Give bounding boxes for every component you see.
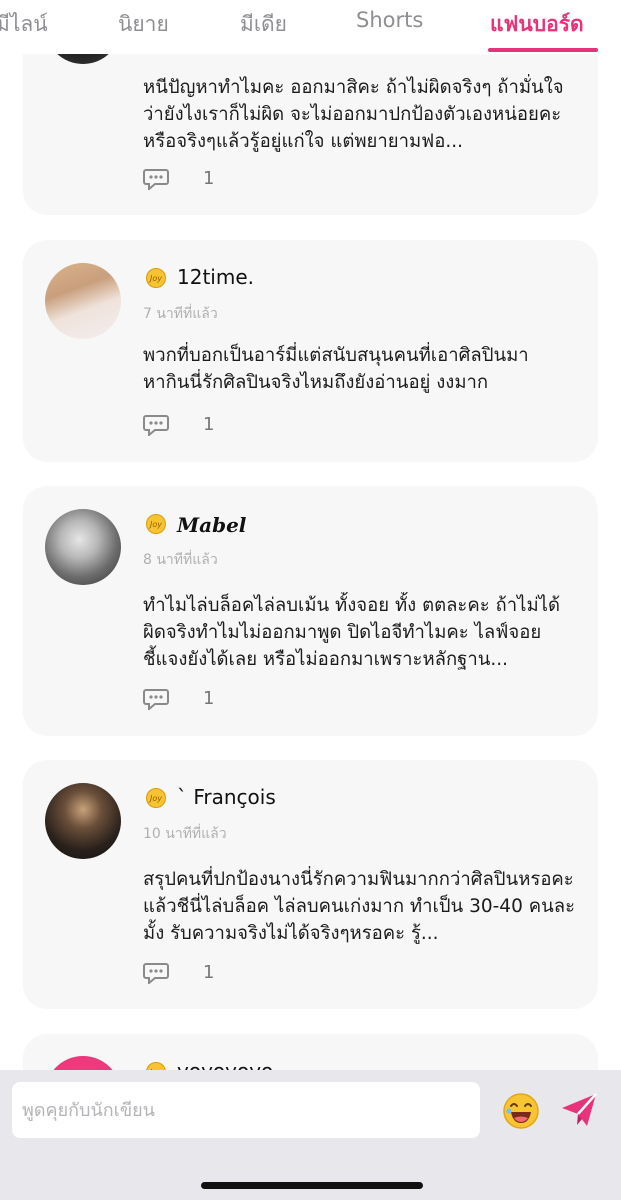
comment-text: หนีปัญหาทำไมคะ ออกมาสิคะ ถ้าไม่ผิดจริงๆ … [143, 77, 564, 152]
comment-card: หนีปัญหาทำไมคะ ออกมาสิคะ ถ้าไม่ผิดจริงๆ … [23, 54, 598, 215]
reply-count: 1 [203, 168, 215, 189]
comment-text: พวกที่บอกเป็นอาร์มี่แต่สนับสนุนคนที่เอาศ… [143, 345, 529, 393]
reply-count: 1 [203, 414, 215, 435]
avatar[interactable] [45, 783, 121, 859]
comment-card: Joy 12time. 7 นาทีที่แล้ว พวกที่บอกเป็นอ… [23, 240, 598, 462]
username[interactable]: Mabel [177, 513, 246, 537]
comment-bubble-icon[interactable] [143, 414, 169, 436]
username[interactable]: ` François [177, 785, 276, 809]
chat-input[interactable] [12, 1082, 480, 1138]
coin-badge-icon: Joy [146, 1062, 166, 1070]
comment-text: ทำไมไล่บล็อคไล่ลบเม้น ทั้งจอย ทั้ง ตตละค… [143, 595, 560, 670]
comment-bubble-icon[interactable] [143, 688, 169, 710]
home-indicator[interactable] [201, 1182, 423, 1189]
tab-media[interactable]: มีเดีย [240, 8, 287, 41]
timestamp: 8 นาทีที่แล้ว [143, 552, 218, 568]
chat-bar [0, 1070, 621, 1200]
laughing-emoji-icon[interactable] [502, 1092, 540, 1130]
avatar[interactable] [45, 263, 121, 339]
tab-fanboard[interactable]: แฟนบอร์ด [490, 8, 584, 41]
active-tab-indicator [488, 48, 598, 52]
reply-count: 1 [203, 962, 215, 983]
avatar[interactable] [45, 1056, 121, 1070]
avatar[interactable] [45, 509, 121, 585]
avatar[interactable] [45, 54, 121, 64]
comment-bubble-icon[interactable] [143, 962, 169, 984]
tab-novels[interactable]: นิยาย [118, 8, 169, 41]
tab-shorts[interactable]: Shorts [356, 8, 423, 32]
timestamp: 10 นาทีที่แล้ว [143, 826, 227, 842]
timestamp: 7 นาทีที่แล้ว [143, 306, 218, 322]
comment-text: สรุปคนที่ปกป้องนางนี่รักความฟินมากกว่าศิ… [143, 869, 575, 944]
comment-bubble-icon[interactable] [143, 168, 169, 190]
coin-badge-icon: Joy [146, 788, 166, 808]
send-icon[interactable] [560, 1092, 598, 1128]
comment-card: Joy Mabel 8 นาทีที่แล้ว ทำไมไล่บล็อคไล่ล… [23, 486, 598, 736]
comment-card: Joy yoyoyoyo [23, 1034, 598, 1070]
username[interactable]: yoyoyoyo [177, 1059, 273, 1070]
coin-badge-icon: Joy [146, 514, 166, 534]
top-tab-bar: มีไลน์ นิยาย มีเดีย Shorts แฟนบอร์ด [0, 0, 621, 54]
tab-timeline[interactable]: มีไลน์ [0, 8, 48, 41]
comment-card: Joy ` François 10 นาทีที่แล้ว สรุปคนที่ป… [23, 760, 598, 1009]
username[interactable]: 12time. [177, 265, 254, 289]
reply-count: 1 [203, 688, 215, 709]
coin-badge-icon: Joy [146, 268, 166, 288]
comment-feed[interactable]: หนีปัญหาทำไมคะ ออกมาสิคะ ถ้าไม่ผิดจริงๆ … [0, 54, 621, 1070]
